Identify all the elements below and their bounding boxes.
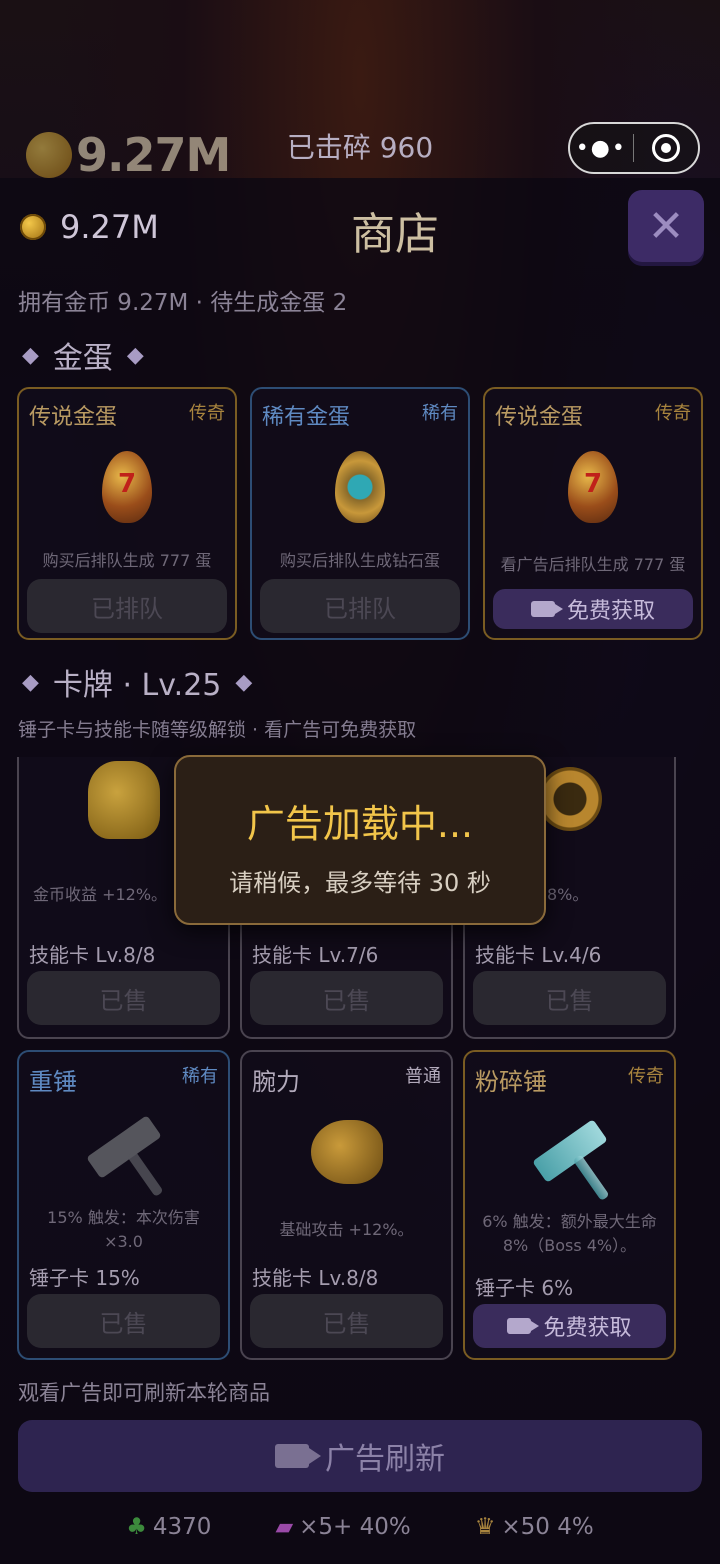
diamond-icon: ◆: [235, 669, 253, 695]
resource-footer: ♣ 4370 ▰ ×5+ 40% ♛ ×50 4%: [0, 1514, 720, 1540]
card-desc: 购买后排队生成 777 蛋: [42, 551, 212, 570]
card-section-title: 卡牌 · Lv.25: [52, 668, 222, 703]
toast-message: 请稍候，最多等待 30 秒: [229, 869, 491, 897]
card-name: 传说金蛋: [29, 405, 118, 430]
diamond-icon: ◆: [22, 669, 39, 695]
card-tier: 传奇: [655, 403, 691, 424]
video-camera-icon: [275, 1444, 321, 1468]
ticket-value: ×5+ 40%: [299, 1514, 411, 1540]
egg-card-rare-diamond[interactable]: 稀有金蛋 稀有 购买后排队生成钻石蛋 已排队: [250, 387, 470, 640]
ticket-counter: ▰ ×5+ 40%: [275, 1514, 410, 1540]
free-get-button[interactable]: 免费获取: [473, 1304, 666, 1348]
sold-button[interactable]: 已售: [27, 971, 220, 1025]
card-name: 粉碎锤: [475, 1068, 547, 1096]
card-section-header: ◆ 卡牌 · Lv.25 ◆: [22, 660, 252, 704]
heavy-hammer-icon: [85, 1115, 162, 1179]
free-get-button[interactable]: 免费获取: [493, 589, 693, 629]
sold-button[interactable]: 已售: [473, 971, 666, 1025]
coin-bag-icon: [87, 761, 160, 839]
card-tier: 稀有: [182, 1066, 218, 1087]
clover-counter: ♣ 4370: [126, 1514, 211, 1540]
card-stat: 技能卡 Lv.8/8: [252, 1266, 379, 1290]
egg-section-title: 金蛋: [52, 341, 113, 376]
egg-777-icon: [102, 451, 152, 523]
egg-section-header: ◆ 金蛋 ◆: [22, 333, 144, 377]
hammer-card-crusher[interactable]: 粉碎锤 传奇 6% 触发：额外最大生命 8%（Boss 4%）。 锤子卡 6% …: [463, 1050, 676, 1360]
sold-button[interactable]: 已售: [250, 971, 443, 1025]
trophy-counter: ♛ ×50 4%: [475, 1514, 594, 1540]
queued-button[interactable]: 已排队: [260, 579, 460, 633]
target-close-icon[interactable]: [634, 134, 698, 162]
sold-button[interactable]: 已售: [250, 1294, 443, 1348]
card-stat: 技能卡 Lv.4/6: [475, 943, 602, 967]
ticket-icon: ▰: [275, 1514, 294, 1540]
clover-value: 4370: [152, 1514, 212, 1540]
card-desc: 购买后排队生成钻石蛋: [279, 551, 440, 570]
diamond-icon: ◆: [126, 342, 144, 368]
shop-title: 商店: [351, 209, 439, 260]
card-name: 重锤: [29, 1068, 77, 1096]
card-tier: 传奇: [189, 403, 225, 424]
card-stat: 锤子卡 6%: [475, 1276, 574, 1300]
toast-title: 广告加载中...: [246, 802, 474, 846]
card-tier: 传奇: [628, 1066, 664, 1087]
close-icon: ✕: [647, 200, 685, 252]
muscle-arm-icon: [310, 1120, 383, 1184]
diamond-icon: ◆: [22, 342, 39, 368]
queued-button[interactable]: 已排队: [27, 579, 227, 633]
card-stat: 技能卡 Lv.7/6: [252, 943, 379, 967]
card-tier: 稀有: [422, 403, 458, 424]
card-desc: 8%。: [547, 885, 589, 904]
card-desc: 15% 触发：本次伤害 ×3.0: [47, 1208, 200, 1251]
egg-card-legend-ad[interactable]: 传说金蛋 传奇 看广告后排队生成 777 蛋 免费获取: [483, 387, 703, 640]
card-stat: 锤子卡 15%: [29, 1266, 140, 1290]
miniprogram-capsule: •●•: [568, 122, 700, 174]
trophy-icon: ♛: [474, 1514, 496, 1540]
card-name: 腕力: [252, 1068, 300, 1096]
egg-777-icon: [568, 451, 618, 523]
free-get-label: 免费获取: [543, 1316, 632, 1341]
video-camera-icon: [507, 1318, 540, 1334]
more-dots-icon[interactable]: •●•: [570, 136, 633, 161]
refresh-note: 观看广告即可刷新本轮商品: [18, 1381, 270, 1405]
trophy-value: ×50 4%: [501, 1514, 594, 1540]
crystal-hammer-icon: [531, 1119, 608, 1183]
video-camera-icon: [530, 601, 563, 617]
card-tier: 普通: [405, 1066, 441, 1087]
egg-card-legend-777[interactable]: 传说金蛋 传奇 购买后排队生成 777 蛋 已排队: [17, 387, 237, 640]
brass-gear-icon: [537, 767, 602, 831]
card-desc: 基础攻击 +12%。: [279, 1220, 414, 1239]
card-stat: 技能卡 Lv.8/8: [29, 943, 156, 967]
egg-diamond-icon: [335, 451, 385, 523]
shop-summary: 拥有金币 9.27M · 待生成金蛋 2: [18, 290, 348, 316]
ad-refresh-label: 广告刷新: [325, 1442, 445, 1477]
ad-refresh-button[interactable]: 广告刷新: [18, 1420, 702, 1492]
card-name: 传说金蛋: [495, 405, 584, 430]
ad-loading-toast: 广告加载中... 请稍候，最多等待 30 秒: [174, 755, 546, 925]
sold-button[interactable]: 已售: [27, 1294, 220, 1348]
free-get-label: 免费获取: [566, 599, 655, 624]
clover-icon: ♣: [126, 1514, 147, 1540]
card-desc: 看广告后排队生成 777 蛋: [500, 555, 686, 574]
skill-card-wrist[interactable]: 腕力 普通 基础攻击 +12%。 技能卡 Lv.8/8 已售: [240, 1050, 453, 1360]
card-desc: 6% 触发：额外最大生命 8%（Boss 4%）。: [482, 1212, 657, 1255]
card-name: 稀有金蛋: [262, 405, 351, 430]
hammer-card-heavy[interactable]: 重锤 稀有 15% 触发：本次伤害 ×3.0 锤子卡 15% 已售: [17, 1050, 230, 1360]
card-section-note: 锤子卡与技能卡随等级解锁 · 看广告可免费获取: [18, 719, 417, 741]
shop-close-button[interactable]: ✕: [628, 190, 704, 262]
